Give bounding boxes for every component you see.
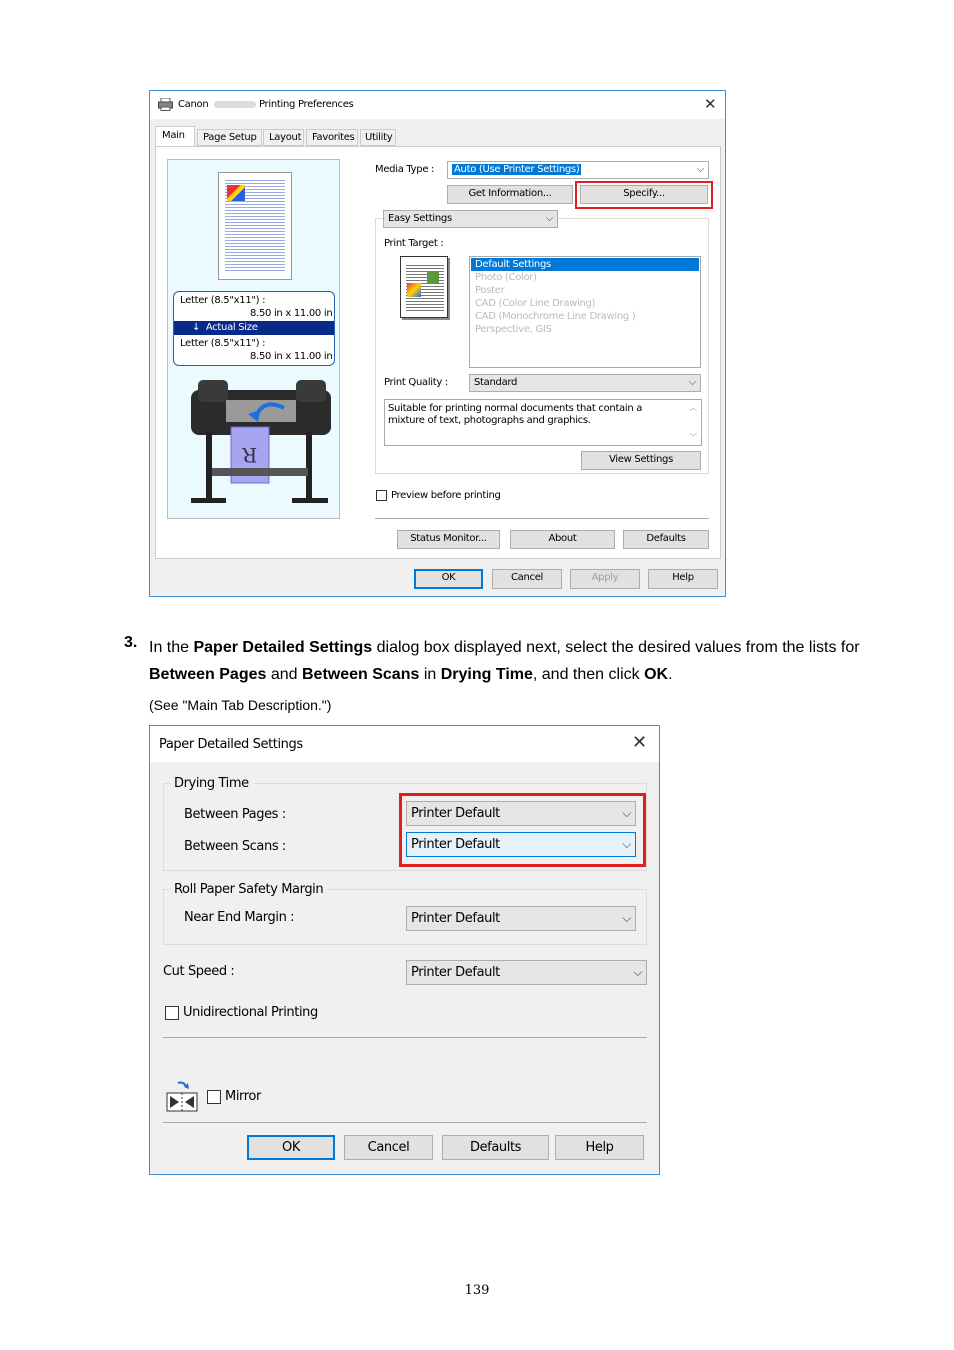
large-format-printer-illustration: R [191, 380, 331, 503]
list-item[interactable]: CAD (Monochrome Line Drawing ) [471, 310, 699, 323]
model-name-blurred [214, 101, 256, 108]
preview-before-printing-label: Preview before printing [391, 490, 501, 501]
list-item-default-settings[interactable]: Default Settings [471, 258, 699, 271]
drying-time-highlight [399, 793, 646, 867]
divider [163, 1122, 647, 1123]
paper-detailed-settings-dialog: Paper Detailed Settings ✕ Drying Time Be… [149, 725, 660, 1175]
actual-size-bar: ↓ Actual Size [174, 321, 334, 335]
scroll-down-icon[interactable]: ﹀ [689, 432, 697, 444]
cancel-button[interactable]: Cancel [344, 1135, 433, 1160]
mirror-checkbox[interactable] [207, 1090, 221, 1104]
divider [375, 518, 709, 519]
drying-time-label: Drying Time [170, 776, 253, 791]
between-pages-label: Between Pages : [184, 807, 286, 822]
chevron-down-icon: ⌵ [696, 164, 705, 175]
tab-utility[interactable]: Utility [360, 129, 396, 146]
paper-line-2: Letter (8.5"x11") : [180, 338, 266, 349]
between-scans-label: Between Scans : [184, 839, 286, 854]
close-icon[interactable]: ✕ [704, 95, 717, 113]
tab-main[interactable]: Main [155, 126, 195, 146]
title-bar: Canon Printing Preferences ✕ [150, 91, 725, 119]
dialog-title-bar: Paper Detailed Settings ✕ [150, 726, 659, 762]
dialog-title: Paper Detailed Settings [159, 737, 303, 752]
print-target-label: Print Target : [384, 238, 444, 249]
list-item[interactable]: CAD (Color Line Drawing) [471, 297, 699, 310]
chevron-down-icon: ⌵ [622, 911, 631, 925]
chevron-down-icon: ⌵ [545, 213, 554, 224]
print-target-list[interactable]: Default Settings Photo (Color) Poster CA… [469, 256, 701, 368]
print-quality-label: Print Quality : [384, 377, 448, 388]
chevron-down-icon: ⌵ [633, 965, 642, 979]
window-title-brand: Canon [178, 99, 209, 110]
print-target-thumbnail [400, 256, 448, 318]
help-button[interactable]: Help [648, 569, 718, 589]
tab-favorites[interactable]: Favorites [306, 129, 358, 146]
step-number: 3. [124, 634, 138, 651]
status-monitor-button[interactable]: Status Monitor... [397, 530, 500, 549]
defaults-button[interactable]: Defaults [442, 1135, 549, 1160]
printing-preferences-window: Canon Printing Preferences ✕ Main Page S… [149, 90, 726, 597]
window-title-text: Printing Preferences [259, 99, 354, 110]
tab-layout[interactable]: Layout [263, 129, 304, 146]
media-type-select[interactable]: Auto (Use Printer Settings) ⌵ [447, 161, 709, 179]
divider [163, 1037, 647, 1038]
see-reference: (See "Main Tab Description.") [149, 697, 332, 713]
near-end-select[interactable]: Printer Default ⌵ [406, 906, 636, 931]
help-button[interactable]: Help [555, 1135, 644, 1160]
page-number: 139 [464, 1283, 490, 1298]
specify-highlight [575, 181, 713, 209]
easy-settings-select[interactable]: Easy Settings ⌵ [383, 210, 558, 228]
print-quality-select[interactable]: Standard ⌵ [469, 374, 701, 392]
image-block [227, 185, 245, 201]
description-box: Suitable for printing normal documents t… [384, 399, 702, 446]
mirror-icon [166, 1081, 198, 1112]
printer-icon [158, 98, 173, 111]
tab-page-setup[interactable]: Page Setup [197, 129, 262, 146]
preview-before-printing-checkbox[interactable] [376, 490, 387, 501]
chevron-down-icon: ⌵ [688, 377, 697, 388]
svg-text:R: R [241, 443, 257, 467]
media-type-label: Media Type : [375, 164, 435, 175]
paper-size-1: 8.50 in x 11.00 in [250, 308, 333, 319]
unidirectional-checkbox[interactable] [165, 1006, 179, 1020]
ok-button[interactable]: OK [414, 569, 483, 589]
paper-size-2: 8.50 in x 11.00 in [250, 351, 333, 362]
view-settings-button[interactable]: View Settings [581, 451, 701, 470]
scroll-up-icon[interactable]: ︿ [689, 402, 697, 414]
get-information-button[interactable]: Get Information... [447, 185, 573, 204]
roll-margin-label: Roll Paper Safety Margin [170, 882, 328, 897]
paper-line-1: Letter (8.5"x11") : [180, 295, 266, 306]
list-item[interactable]: Perspective, GIS [471, 323, 699, 336]
cancel-button[interactable]: Cancel [492, 569, 562, 589]
page-preview [218, 172, 292, 280]
step-instruction: In the Paper Detailed Settings dialog bo… [149, 639, 860, 683]
preview-panel: Letter (8.5"x11") : 8.50 in x 11.00 in ↓… [167, 159, 340, 519]
defaults-button[interactable]: Defaults [623, 530, 709, 549]
mirror-label: Mirror [225, 1089, 261, 1104]
close-icon[interactable]: ✕ [632, 732, 647, 753]
near-end-label: Near End Margin : [184, 910, 295, 925]
apply-button[interactable]: Apply [570, 569, 640, 589]
ok-button[interactable]: OK [247, 1135, 335, 1160]
about-button[interactable]: About [510, 530, 615, 549]
list-item[interactable]: Photo (Color) [471, 271, 699, 284]
list-item[interactable]: Poster [471, 284, 699, 297]
cut-speed-label: Cut Speed : [163, 964, 235, 979]
paper-size-box: Letter (8.5"x11") : 8.50 in x 11.00 in ↓… [173, 291, 335, 366]
unidirectional-label: Unidirectional Printing [183, 1005, 318, 1020]
cut-speed-select[interactable]: Printer Default ⌵ [406, 960, 647, 985]
